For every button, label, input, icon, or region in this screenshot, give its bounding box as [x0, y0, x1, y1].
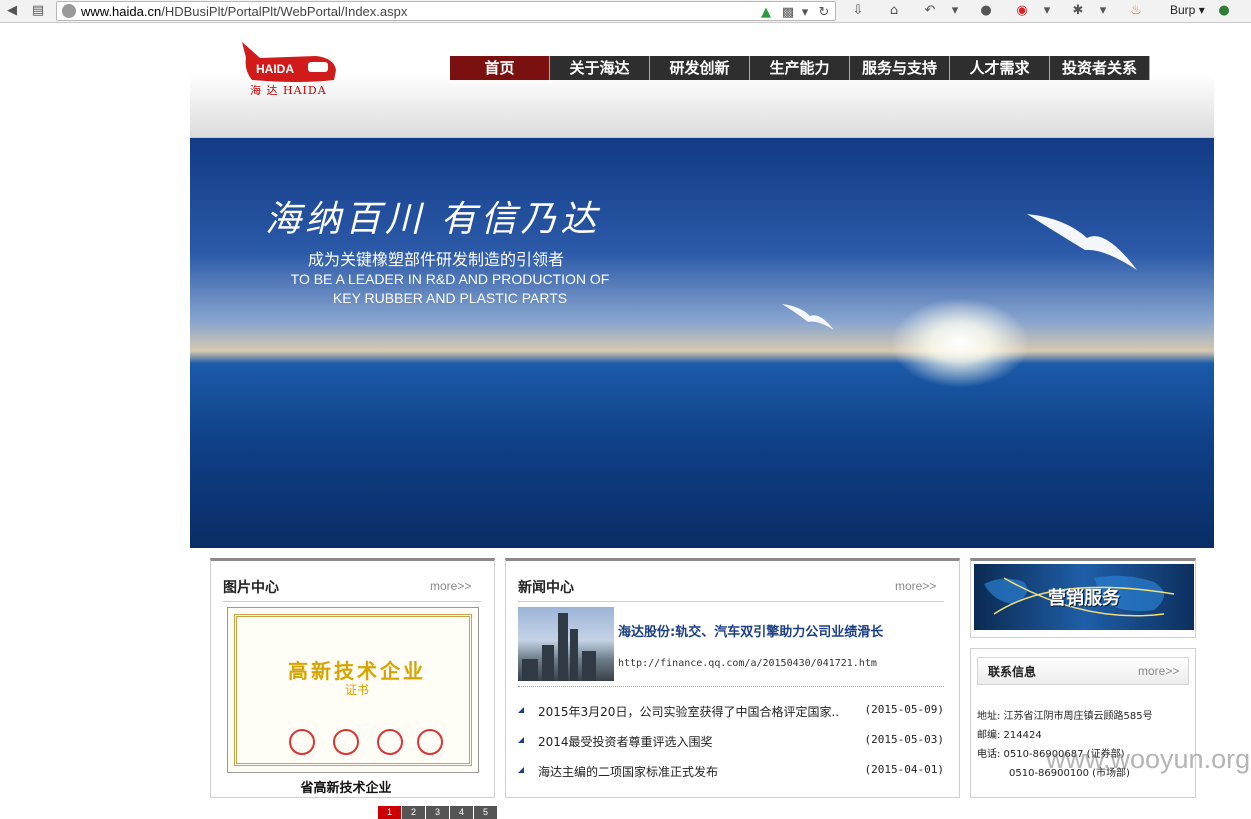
contact-title: 联系信息: [988, 665, 1037, 679]
news-item-title[interactable]: 2015年3月20日，公司实验室获得了中国合格评定国家..: [538, 703, 839, 720]
home-icon[interactable]: ⌂: [886, 2, 902, 20]
list-item[interactable]: 海达主编的二项国家标准正式发布 (2015-04-01): [518, 763, 944, 793]
list-item[interactable]: 2014最受投资者尊重评选入围奖 (2015-05-03): [518, 733, 944, 763]
address-bar[interactable]: www.haida.cn/HDBusiPlt/PortalPlt/WebPort…: [56, 1, 836, 21]
nav-item-6[interactable]: 投资者关系: [1050, 56, 1150, 80]
dropdown-icon[interactable]: ▾: [1042, 2, 1052, 20]
logo-subtitle: 海 达 HAIDA: [250, 84, 327, 97]
divider: [223, 601, 481, 602]
divider: [518, 601, 944, 602]
undo-icon[interactable]: ↶: [922, 2, 938, 20]
pager-button-3[interactable]: 3: [426, 806, 449, 819]
shield-icon[interactable]: ▲: [759, 4, 773, 22]
firebug-icon[interactable]: ♨: [1128, 2, 1144, 20]
nav-item-0[interactable]: 首页: [450, 56, 550, 80]
pager-button-2[interactable]: 2: [402, 806, 425, 819]
contact-header: 联系信息 more>>: [977, 657, 1189, 685]
contact-more-link[interactable]: more>>: [1138, 664, 1179, 678]
bullet-icon: [518, 707, 524, 713]
certificate-border: 高新技术企业 证书: [234, 614, 472, 766]
weibo-icon[interactable]: ◉: [1014, 2, 1030, 20]
seagull-icon: [1027, 214, 1137, 270]
seal-icon: [377, 729, 403, 755]
sun-glow: [890, 298, 1030, 388]
building-shape: [542, 645, 554, 681]
gallery-title: 图片中心: [223, 580, 279, 596]
news-panel: 新闻中心 more>> 海达股份:轨交、汽车双引擎助力公司业绩滑长 http:/…: [505, 558, 960, 798]
back-icon[interactable]: ◀: [2, 2, 22, 20]
chat-icon[interactable]: ●: [978, 2, 994, 20]
news-item-date: (2015-05-09): [864, 703, 944, 716]
news-item-date: (2015-05-03): [864, 733, 944, 746]
address-text[interactable]: www.haida.cn/HDBusiPlt/PortalPlt/WebPort…: [81, 4, 407, 19]
seagull-icon: [782, 304, 834, 330]
building-shape: [558, 613, 568, 681]
sales-service-banner[interactable]: 营销服务: [974, 564, 1194, 630]
addon-icon[interactable]: ●: [1216, 2, 1232, 20]
pager-button-1[interactable]: 1: [378, 806, 401, 819]
watermark: www.wooyun.org: [1046, 744, 1251, 774]
hero-banner: 海纳百川 有信乃达 成为关键橡塑部件研发制造的引领者 TO BE A LEADE…: [190, 138, 1214, 548]
banner-slogan: 海纳百川 有信乃达: [265, 199, 601, 240]
news-item-title[interactable]: 2014最受投资者尊重评选入围奖: [538, 733, 713, 750]
bullet-icon: [518, 767, 524, 773]
contact-postcode: 邮编: 214424: [977, 730, 1042, 741]
news-item-date: (2015-04-01): [864, 763, 944, 776]
news-headline[interactable]: 海达股份:轨交、汽车双引擎助力公司业绩滑长: [618, 621, 883, 640]
reload-icon[interactable]: ↻: [817, 4, 831, 22]
certificate-subtitle: 证书: [344, 683, 369, 697]
site-container: HAIDA 海 达 HAIDA 首页 关于海达 研发创新 生产能力 服务与支持 人才需求投…: [190, 32, 1214, 819]
main-nav: 首页 关于海达 研发创新 生产能力 服务与支持 人才需求 投资者关系: [450, 56, 1150, 80]
browser-toolbar: ◀ ▤ www.haida.cn/HDBusiPlt/PortalPlt/Web…: [0, 0, 1251, 23]
dropdown-icon[interactable]: ▾: [950, 2, 960, 20]
gallery-panel: 图片中心 more>> 高新技术企业 证书 12345 省高新技术企业: [210, 558, 497, 819]
bullet-icon: [518, 737, 524, 743]
banner-tagline-cn: 成为关键橡塑部件研发制造的引领者: [308, 250, 565, 269]
nav-item-4[interactable]: 服务与支持: [850, 56, 950, 80]
seal-icon: [417, 729, 443, 755]
list-item[interactable]: 2015年3月20日，公司实验室获得了中国合格评定国家.. (2015-05-09…: [518, 703, 944, 733]
building-shape: [582, 651, 596, 681]
pager-button-5[interactable]: 5: [474, 806, 497, 819]
certificate-image[interactable]: 高新技术企业 证书 12345: [227, 607, 497, 819]
burp-menu[interactable]: Burp ▾: [1170, 3, 1205, 17]
news-list: 2015年3月20日，公司实验室获得了中国合格评定国家.. (2015-05-09…: [518, 703, 944, 793]
news-more-link[interactable]: more>>: [895, 579, 936, 593]
pager-button-4[interactable]: 4: [450, 806, 473, 819]
news-title: 新闻中心: [518, 580, 574, 596]
seal-icon: [333, 729, 359, 755]
bug-icon[interactable]: ✱: [1070, 2, 1086, 20]
qr-icon[interactable]: ▩: [781, 4, 795, 22]
gallery-more-link[interactable]: more>>: [430, 579, 471, 593]
nav-item-3[interactable]: 生产能力: [750, 56, 850, 80]
nav-item-2[interactable]: 研发创新: [650, 56, 750, 80]
sales-panel: 营销服务: [970, 558, 1196, 638]
gallery-caption: 省高新技术企业: [300, 781, 392, 796]
sidebar-icon[interactable]: ▤: [30, 2, 46, 20]
dotted-divider: [518, 686, 944, 687]
svg-text:HAIDA: HAIDA: [256, 62, 294, 76]
news-thumbnail[interactable]: [518, 607, 614, 681]
contact-address: 地址: 江苏省江阴市周庄镇云顾路585号: [977, 711, 1153, 722]
news-item-title[interactable]: 海达主编的二项国家标准正式发布: [538, 763, 718, 780]
certificate-title: 高新技术企业: [288, 659, 426, 683]
dropdown-icon[interactable]: ▾: [799, 4, 811, 22]
sales-service-label: 营销服务: [1048, 588, 1120, 609]
nav-item-1[interactable]: 关于海达: [550, 56, 650, 80]
slide-pager: 12345: [378, 806, 498, 819]
building-shape: [522, 659, 538, 681]
globe-icon: [62, 4, 76, 18]
download-icon[interactable]: ⇩: [850, 2, 866, 20]
seal-icon: [289, 729, 315, 755]
news-source-url: http://finance.qq.com/a/20150430/041721.…: [618, 658, 877, 669]
contact-panel: 联系信息 more>> 地址: 江苏省江阴市周庄镇云顾路585号 邮编: 214…: [970, 648, 1196, 798]
building-shape: [570, 629, 578, 681]
nav-item-5[interactable]: 人才需求: [950, 56, 1050, 80]
banner-tagline-en: TO BE A LEADER IN R&D AND PRODUCTION OF …: [290, 271, 610, 306]
dropdown-icon[interactable]: ▾: [1098, 2, 1108, 20]
site-header: HAIDA 海 达 HAIDA 首页 关于海达 研发创新 生产能力 服务与支持 人才需求投…: [190, 32, 1214, 138]
